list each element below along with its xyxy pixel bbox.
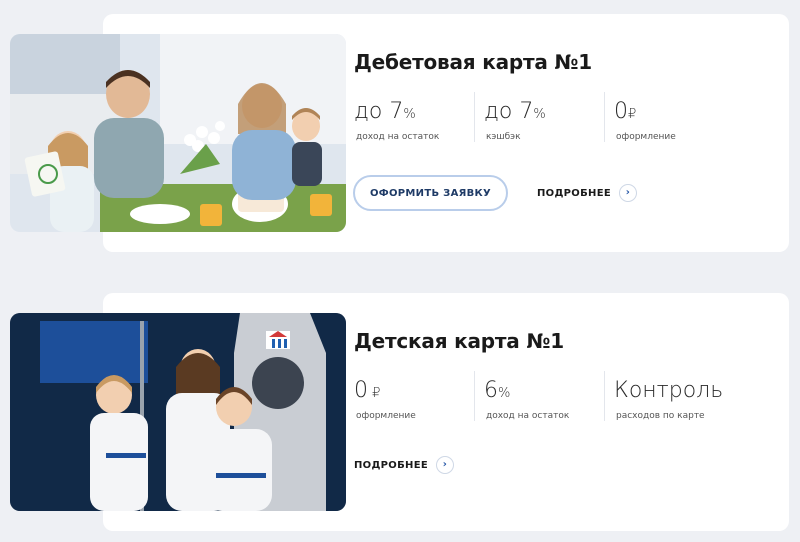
- family-photo: [10, 34, 346, 232]
- stat-issue-fee: 0 ₽ оформление: [354, 378, 416, 421]
- stat-income: 6% доход на остаток: [484, 378, 570, 421]
- divider: [474, 92, 475, 142]
- divider: [604, 92, 605, 142]
- card-title: Детская карта №1: [354, 329, 564, 353]
- divider: [474, 371, 475, 421]
- chevron-right-icon: ›: [435, 456, 454, 474]
- stat-control: Контроль расходов по карте: [614, 378, 724, 421]
- stat-cashback: до 7% кэшбэк: [484, 99, 546, 142]
- apply-button[interactable]: ОФОРМИТЬ ЗАЯВКУ: [353, 175, 508, 211]
- divider: [604, 371, 605, 421]
- more-link[interactable]: ПОДРОБНЕЕ ›: [537, 184, 637, 202]
- more-link[interactable]: ПОДРОБНЕЕ ›: [354, 456, 454, 474]
- stat-income: до 7% доход на остаток: [354, 99, 440, 142]
- more-link-label: ПОДРОБНЕЕ: [354, 459, 428, 471]
- kids-astronauts-photo: [10, 313, 346, 511]
- stat-issue-fee: 0₽ оформление: [614, 99, 676, 142]
- chevron-right-icon: ›: [618, 184, 637, 202]
- card-title: Дебетовая карта №1: [354, 50, 593, 74]
- more-link-label: ПОДРОБНЕЕ: [537, 187, 611, 199]
